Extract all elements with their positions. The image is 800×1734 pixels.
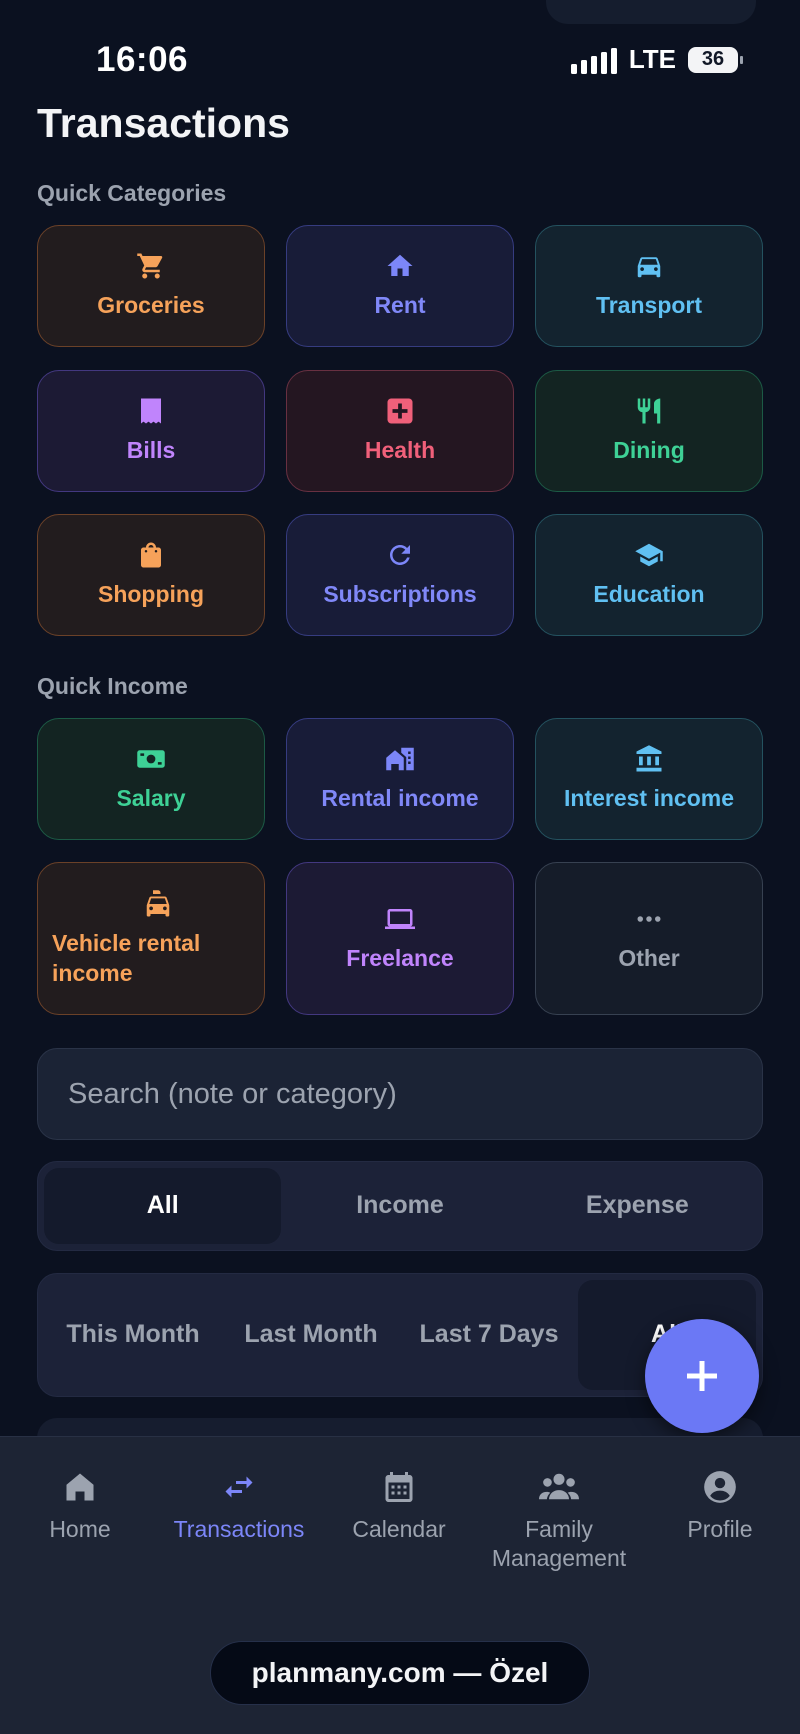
battery-icon: 36 xyxy=(688,46,743,73)
income-freelance[interactable]: Freelance xyxy=(286,862,514,1015)
income-label: Interest income xyxy=(564,785,734,812)
nav-label: Profile xyxy=(687,1516,753,1542)
nav-label: Calendar xyxy=(352,1516,446,1542)
nav-label: Home xyxy=(49,1516,111,1542)
income-vehicle-rental[interactable]: Vehicle rental income xyxy=(37,862,265,1015)
period-last-7-days[interactable]: Last 7 Days xyxy=(400,1280,578,1390)
bank-icon xyxy=(634,744,664,774)
category-label: Groceries xyxy=(97,292,205,319)
utensils-icon xyxy=(634,396,664,426)
building-icon xyxy=(385,744,415,774)
nav-home[interactable]: Home xyxy=(40,1467,120,1544)
category-groceries[interactable]: Groceries xyxy=(37,225,265,347)
category-health[interactable]: Health xyxy=(286,370,514,492)
shopping-bag-icon xyxy=(136,540,166,570)
refresh-icon xyxy=(385,540,415,570)
profile-icon xyxy=(700,1467,740,1507)
quick-categories-label: Quick Categories xyxy=(37,180,227,206)
period-last-month[interactable]: Last Month xyxy=(222,1280,400,1390)
category-label: Education xyxy=(593,581,705,608)
category-label: Transport xyxy=(595,292,703,319)
users-icon xyxy=(539,1467,579,1507)
nav-profile[interactable]: Profile xyxy=(675,1467,765,1544)
category-label: Shopping xyxy=(97,581,205,608)
cash-icon xyxy=(136,744,166,774)
swap-arrows-icon xyxy=(219,1467,259,1507)
graduation-cap-icon xyxy=(634,540,664,570)
income-salary[interactable]: Salary xyxy=(37,718,265,840)
home-icon xyxy=(385,251,415,281)
type-filter-all[interactable]: All xyxy=(44,1168,282,1244)
ghost-header-pill xyxy=(546,0,756,24)
income-label: Salary xyxy=(116,785,186,812)
medical-icon xyxy=(385,396,415,426)
category-subscriptions[interactable]: Subscriptions xyxy=(286,514,514,636)
category-education[interactable]: Education xyxy=(535,514,763,636)
income-label: Rental income xyxy=(321,785,479,812)
category-transport[interactable]: Transport xyxy=(535,225,763,347)
income-rental[interactable]: Rental income xyxy=(286,718,514,840)
category-rent[interactable]: Rent xyxy=(286,225,514,347)
plus-icon xyxy=(687,1361,717,1391)
category-dining[interactable]: Dining xyxy=(535,370,763,492)
type-filter-expense[interactable]: Expense xyxy=(519,1168,756,1244)
car-icon xyxy=(634,251,664,281)
income-interest[interactable]: Interest income xyxy=(535,718,763,840)
browser-url-bar[interactable]: planmany.com — Özel xyxy=(210,1641,590,1705)
category-label: Dining xyxy=(613,437,685,464)
category-bills[interactable]: Bills xyxy=(37,370,265,492)
income-label: Other xyxy=(618,944,680,971)
income-label: Vehicle rental income xyxy=(52,929,201,986)
nav-transactions[interactable]: Transactions xyxy=(166,1467,312,1544)
laptop-icon xyxy=(385,904,415,934)
category-label: Bills xyxy=(126,437,176,464)
category-label: Subscriptions xyxy=(323,581,477,608)
cart-icon xyxy=(136,251,166,281)
more-horizontal-icon xyxy=(634,904,664,934)
nav-label: Family Management xyxy=(491,1516,627,1571)
status-bar: 16:06 LTE 36 xyxy=(0,34,800,84)
nav-calendar[interactable]: Calendar xyxy=(346,1467,452,1544)
type-filter-income[interactable]: Income xyxy=(281,1168,518,1244)
calendar-icon xyxy=(379,1467,419,1507)
income-other[interactable]: Other xyxy=(535,862,763,1015)
quick-income-label: Quick Income xyxy=(37,673,188,699)
receipt-icon xyxy=(136,396,166,426)
home-icon xyxy=(60,1467,100,1507)
page-title: Transactions xyxy=(37,100,290,146)
status-time: 16:06 xyxy=(96,40,189,79)
taxi-icon xyxy=(143,889,173,919)
search-input[interactable]: Search (note or category) xyxy=(37,1048,763,1140)
signal-icon xyxy=(570,46,617,74)
category-label: Health xyxy=(364,437,436,464)
category-label: Rent xyxy=(374,292,426,319)
scrolled-header-remnant xyxy=(0,0,800,30)
category-shopping[interactable]: Shopping xyxy=(37,514,265,636)
type-filter: All Income Expense xyxy=(37,1161,763,1251)
nav-label: Transactions xyxy=(173,1516,305,1542)
period-this-month[interactable]: This Month xyxy=(44,1280,222,1390)
add-transaction-button[interactable] xyxy=(645,1319,759,1433)
income-label: Freelance xyxy=(346,944,454,971)
network-type: LTE xyxy=(628,44,676,74)
nav-family-management[interactable]: Family Management xyxy=(484,1467,634,1573)
battery-level: 36 xyxy=(701,48,725,70)
